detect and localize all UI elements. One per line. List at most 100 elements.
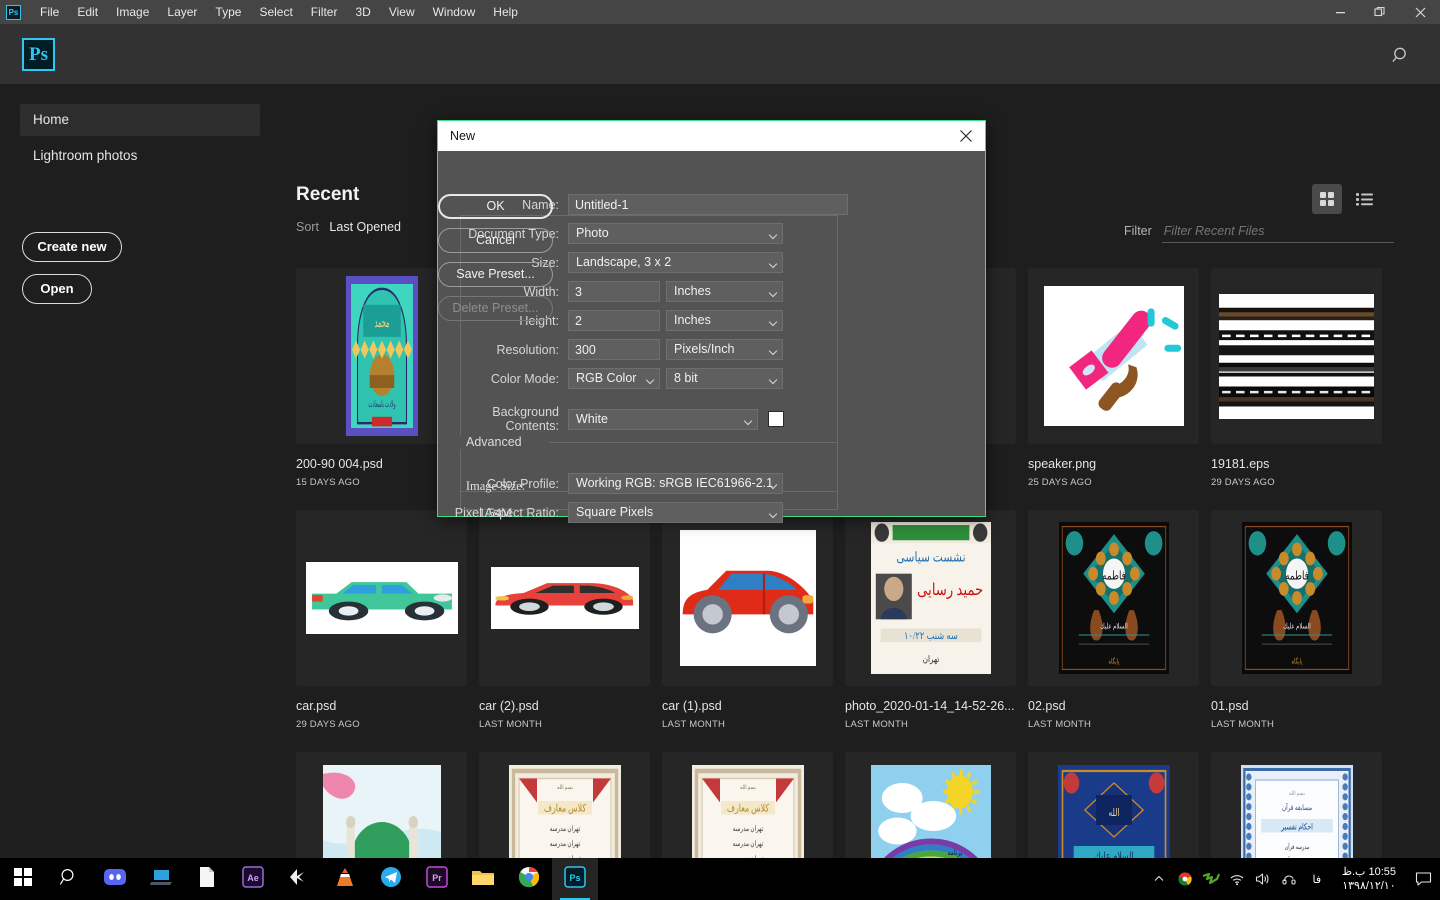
sort-value[interactable]: Last Opened: [329, 220, 401, 234]
height-input[interactable]: [568, 310, 660, 331]
sidebar-item-home[interactable]: Home: [20, 104, 260, 136]
taskbar-chrome[interactable]: [506, 858, 552, 900]
document-type-select[interactable]: Photo: [568, 223, 783, 244]
background-contents-select[interactable]: White: [568, 408, 758, 430]
taskbar-photoshop[interactable]: Ps: [552, 858, 598, 900]
menu-item-window[interactable]: Window: [424, 0, 485, 24]
filter-input[interactable]: [1161, 224, 1394, 243]
file-thumbnail[interactable]: فاطمه السلام علیك پایگاه: [1028, 510, 1199, 686]
color-mode-select[interactable]: RGB Color: [568, 368, 660, 389]
taskbar-start-button[interactable]: [0, 858, 46, 900]
taskbar-document[interactable]: [184, 858, 230, 900]
file-thumbnail[interactable]: فاطمه السلام علیك پایگاه: [1211, 510, 1382, 686]
svg-text:Pr: Pr: [432, 873, 442, 883]
wifi-icon[interactable]: [1224, 858, 1250, 900]
width-input[interactable]: [568, 281, 660, 302]
search-icon[interactable]: [1388, 42, 1414, 68]
headset-icon[interactable]: [1276, 858, 1302, 900]
file-thumbnail[interactable]: [1211, 268, 1382, 444]
color-mode-row: Color Mode: RGB Color 8 bit: [438, 368, 848, 389]
sort-control[interactable]: Sort Last Opened: [296, 220, 401, 234]
menu-item-image[interactable]: Image: [107, 0, 158, 24]
ok-button[interactable]: OK: [438, 194, 553, 219]
cancel-button[interactable]: Cancel: [438, 228, 553, 253]
taskbar-premiere-pro[interactable]: Pr: [414, 858, 460, 900]
bit-depth-select[interactable]: 8 bit: [666, 368, 783, 389]
recent-file-card[interactable]: نشست سیاسی حمید رسایی سه شنب ١٠/٢٢ تهران pho…: [845, 510, 1028, 730]
taskbar-discord[interactable]: [92, 858, 138, 900]
taskbar-file-explorer[interactable]: [460, 858, 506, 900]
svg-text:کلاس معارف: کلاس معارف: [726, 804, 769, 815]
close-button[interactable]: [1400, 0, 1440, 24]
sidebar-item-lightroom-photos[interactable]: Lightroom photos: [20, 140, 260, 172]
idm-icon[interactable]: [1172, 858, 1198, 900]
recent-file-card[interactable]: car.psd 29 DAYS AGO: [296, 510, 479, 730]
delete-preset-button: Delete Preset...: [438, 296, 553, 321]
create-new-button[interactable]: Create new: [22, 232, 122, 262]
size-select[interactable]: Landscape, 3 x 2: [568, 252, 783, 273]
menu-item-filter[interactable]: Filter: [302, 0, 347, 24]
language-icon[interactable]: فا: [1302, 858, 1332, 900]
list-view-icon[interactable]: [1350, 184, 1380, 214]
open-button[interactable]: Open: [22, 274, 92, 304]
menu-item-help[interactable]: Help: [484, 0, 527, 24]
taskbar-unity[interactable]: [276, 858, 322, 900]
taskbar-vlc[interactable]: [322, 858, 368, 900]
speaker-icon[interactable]: [1250, 858, 1276, 900]
recent-file-card[interactable]: فاطمه السلام علیك پایگاه 02.psd LAST MONTH: [1028, 510, 1211, 730]
svg-text:پایگاه: پایگاه: [1108, 656, 1119, 665]
document-icon: [198, 866, 216, 893]
notification-icon[interactable]: [1406, 858, 1440, 900]
recent-file-card[interactable]: car (2).psd LAST MONTH: [479, 510, 662, 730]
menu-item-select[interactable]: Select: [250, 0, 301, 24]
resolution-unit-select[interactable]: Pixels/Inch: [666, 339, 783, 360]
width-unit-select[interactable]: Inches: [666, 281, 783, 302]
save-preset-button[interactable]: Save Preset...: [438, 262, 553, 287]
file-thumbnail[interactable]: [296, 510, 467, 686]
unity-icon: [288, 867, 310, 892]
nvidia-icon[interactable]: [1198, 858, 1224, 900]
file-timestamp: LAST MONTH: [479, 719, 543, 730]
document-name-input[interactable]: [568, 194, 848, 215]
minimize-button[interactable]: [1320, 0, 1360, 24]
taskbar-items: Ae Pr Ps: [0, 858, 598, 900]
taskbar: Ae Pr Ps فا 10:55 ب.ظ ۱۳۹۸/۱۲/۱۰: [0, 858, 1440, 900]
file-timestamp: 29 DAYS AGO: [296, 719, 360, 730]
menu-item-layer[interactable]: Layer: [158, 0, 206, 24]
svg-text:تهران مدرسه: تهران مدرسه: [549, 824, 580, 833]
recent-file-card[interactable]: speaker.png 25 DAYS AGO: [1028, 268, 1211, 488]
svg-text:Ae: Ae: [247, 873, 259, 883]
svg-text:تهران مدرسه: تهران مدرسه: [732, 839, 763, 848]
color-profile-select[interactable]: Working RGB: sRGB IEC61966-2.1: [568, 473, 783, 494]
taskbar-telegram[interactable]: [368, 858, 414, 900]
taskbar-laptop[interactable]: [138, 858, 184, 900]
svg-text:سه شنب ١٠/٢٢: سه شنب ١٠/٢٢: [904, 630, 958, 642]
clock[interactable]: 10:55 ب.ظ ۱۳۹۸/۱۲/۱۰: [1332, 865, 1406, 893]
resolution-input[interactable]: [568, 339, 660, 360]
menu-item-edit[interactable]: Edit: [68, 0, 107, 24]
pixel-aspect-ratio-select[interactable]: Square Pixels: [568, 502, 783, 523]
grid-view-icon[interactable]: [1312, 184, 1342, 214]
file-thumbnail[interactable]: [662, 510, 833, 686]
background-color-swatch[interactable]: [768, 411, 784, 427]
close-icon[interactable]: [957, 127, 975, 145]
menu-item-view[interactable]: View: [380, 0, 424, 24]
file-thumbnail[interactable]: نشست سیاسی حمید رسایی سه شنب ١٠/٢٢ تهران: [845, 510, 1016, 686]
sidebar-item-label: Home: [33, 112, 70, 127]
folder-icon: [471, 867, 495, 892]
window-controls: [1320, 0, 1440, 24]
image-size-value: 1/54M: [478, 506, 513, 520]
chevron-up-icon[interactable]: [1146, 858, 1172, 900]
restore-button[interactable]: [1360, 0, 1400, 24]
file-thumbnail[interactable]: [479, 510, 650, 686]
menu-item-type[interactable]: Type: [206, 0, 250, 24]
file-thumbnail[interactable]: [1028, 268, 1199, 444]
height-unit-select[interactable]: Inches: [666, 310, 783, 331]
menu-item-3d[interactable]: 3D: [346, 0, 379, 24]
recent-file-card[interactable]: car (1).psd LAST MONTH: [662, 510, 845, 730]
menu-item-file[interactable]: File: [31, 0, 68, 24]
taskbar-search[interactable]: [46, 858, 92, 900]
taskbar-after-effects[interactable]: Ae: [230, 858, 276, 900]
recent-file-card[interactable]: 19181.eps 29 DAYS AGO: [1211, 268, 1394, 488]
recent-file-card[interactable]: فاطمه السلام علیك پایگاه 01.psd LAST MONTH: [1211, 510, 1394, 730]
